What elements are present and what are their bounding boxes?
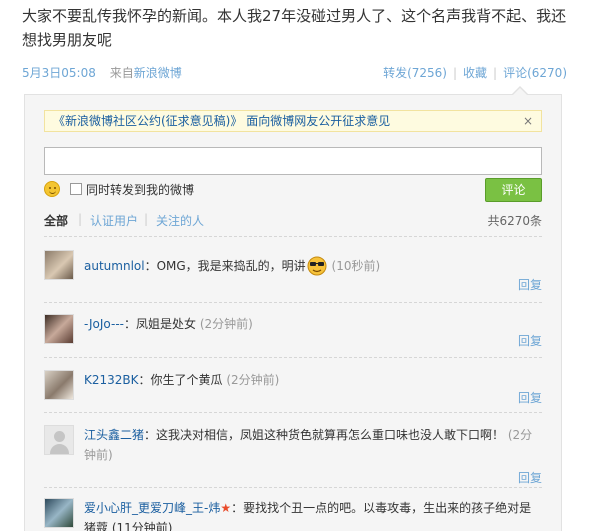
comment-time: (2分钟前) — [226, 373, 280, 387]
star-badge-icon: ★ — [220, 501, 232, 515]
avatar[interactable] — [44, 425, 74, 455]
source-link[interactable]: 新浪微博 — [134, 66, 182, 80]
favorite-link[interactable]: 收藏 — [463, 66, 487, 80]
comment-time: (10秒前) — [331, 259, 381, 273]
comment-input[interactable] — [44, 147, 542, 175]
comment-username[interactable]: -JoJo--- — [84, 317, 124, 331]
repost-label: 同时转发到我的微博 — [86, 183, 195, 197]
comment-filter: 全部 | 认证用户 | 关注的人 共6270条 — [44, 212, 542, 230]
divider — [44, 236, 542, 237]
avatar[interactable] — [44, 370, 74, 400]
separator: | — [452, 66, 458, 80]
comment-text: ：OMG，我是来捣乱的，明讲 — [144, 259, 306, 273]
cool-face-emoticon-icon — [306, 254, 328, 276]
avatar[interactable] — [44, 498, 74, 528]
panel-arrow-inner — [513, 88, 527, 95]
comment-time: (2分钟前) — [199, 317, 253, 331]
notice-bar: 《新浪微博社区公约(征求意见稿)》 面向微博网友公开征求意见 × — [44, 110, 542, 132]
divider — [44, 487, 542, 488]
source-prefix: 来自 — [109, 66, 134, 80]
post-meta: 5月3日05:08 来自新浪微博 转发(7256) | 收藏 | 评论(6270) — [22, 64, 567, 82]
tab-following[interactable]: 关注的人 — [156, 212, 204, 229]
submit-comment-button[interactable]: 评论 — [485, 178, 542, 202]
comment-item: -JoJo---：凤姐是处女 (2分钟前) 回复 — [44, 314, 542, 354]
close-icon[interactable]: × — [523, 111, 533, 131]
avatar[interactable] — [44, 250, 74, 280]
comment-item: K2132BK：你生了个黄瓜 (2分钟前) 回复 — [44, 370, 542, 410]
separator: | — [144, 212, 149, 226]
reply-link[interactable]: 回复 — [518, 389, 542, 406]
comment-link[interactable]: 评论(6270) — [503, 66, 567, 80]
repost-checkbox[interactable] — [70, 183, 82, 195]
comment-text-continued: 猪蔻 (11分钟前) — [84, 521, 173, 531]
comment-username[interactable]: K2132BK — [84, 373, 139, 387]
post-text: 大家不要乱传我怀孕的新闻。本人我27年没碰过男人了、这个名声我背不起、我还想找男… — [22, 7, 567, 49]
tab-all[interactable]: 全部 — [44, 212, 68, 229]
reply-link[interactable]: 回复 — [518, 276, 542, 293]
emoji-icon[interactable] — [44, 181, 60, 197]
comment-text: ：这我决对相信，凤姐这种货色就算再怎么重口味也没人敢下口啊！ — [144, 428, 505, 442]
comment-item: autumnlol：OMG，我是来捣乱的，明讲 (10秒前) 回复 — [44, 250, 542, 300]
comment-username[interactable]: 爱小心肝_更爱刀峰_王-炜 — [84, 501, 220, 515]
comment-username[interactable]: 江头鑫二猪 — [84, 428, 144, 442]
avatar[interactable] — [44, 314, 74, 344]
comment-username[interactable]: autumnlol — [84, 259, 145, 273]
divider — [44, 357, 542, 358]
repost-link[interactable]: 转发(7256) — [383, 66, 447, 80]
comment-item: 爱小心肝_更爱刀峰_王-炜★：要找找个丑一点的吧。以毒攻毒，生出来的孩子绝对是 … — [44, 498, 542, 531]
separator: | — [78, 212, 83, 226]
separator: | — [493, 66, 498, 80]
reply-link[interactable]: 回复 — [518, 469, 542, 486]
comment-text: ：你生了个黄瓜 — [138, 373, 223, 387]
comment-text: ：凤姐是处女 — [123, 317, 196, 331]
post-time[interactable]: 5月3日05:08 — [22, 66, 96, 80]
divider — [44, 412, 542, 413]
tab-verified-users[interactable]: 认证用户 — [90, 212, 138, 229]
notice-text[interactable]: 面向微博网友公开征求意见 — [246, 114, 390, 128]
reply-link[interactable]: 回复 — [518, 332, 542, 349]
notice-link[interactable]: 《新浪微博社区公约(征求意见稿)》 — [53, 114, 242, 128]
divider — [44, 302, 542, 303]
comment-total: 共6270条 — [487, 214, 542, 228]
comment-item: 江头鑫二猪：这我决对相信，凤姐这种货色就算再怎么重口味也没人敢下口啊！ (2分钟… — [44, 425, 542, 485]
comment-text: ：要找找个丑一点的吧。以毒攻毒，生出来的孩子绝对是 — [231, 501, 532, 515]
